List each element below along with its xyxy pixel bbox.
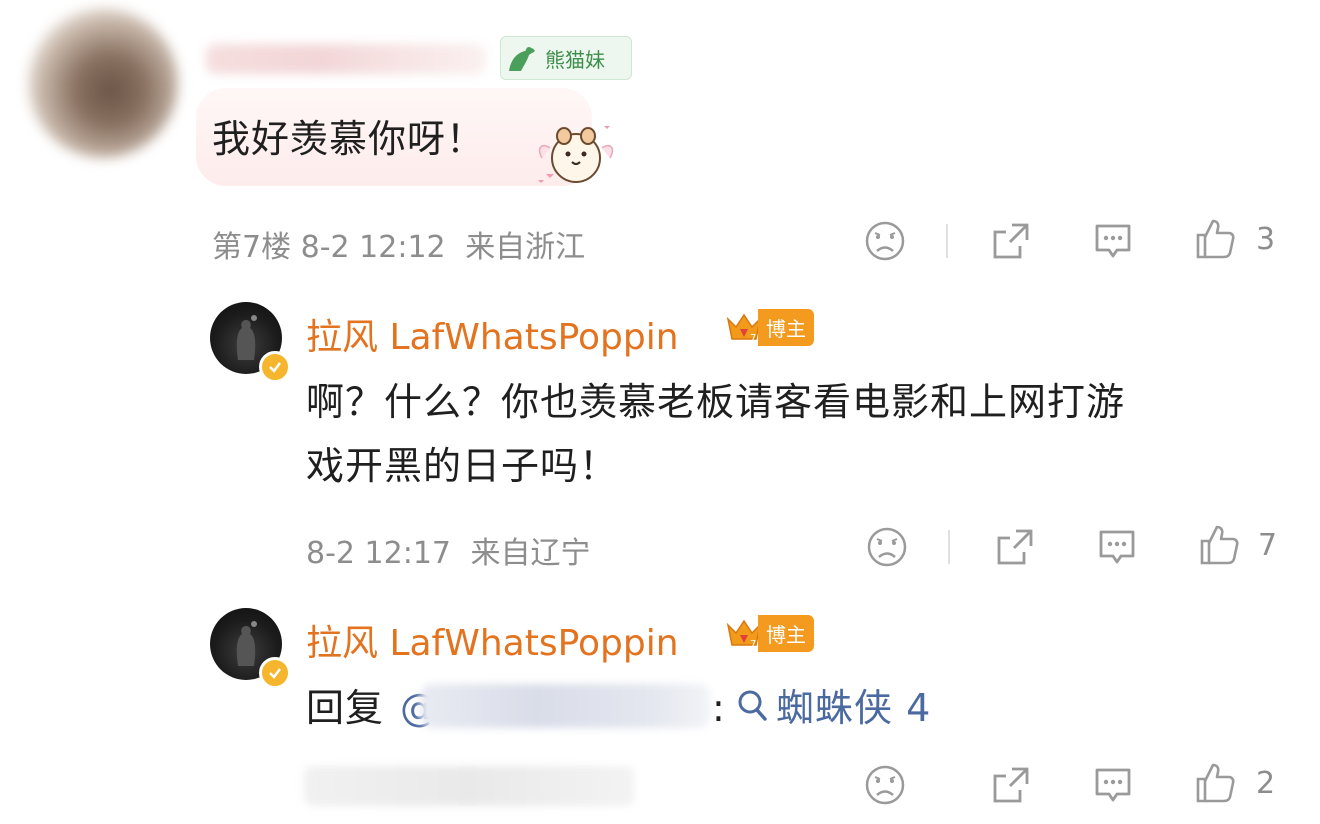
dislike-icon[interactable]	[864, 524, 910, 570]
dislike-icon[interactable]	[862, 218, 908, 264]
commenter-avatar[interactable]	[28, 8, 178, 158]
floor-label: 第7楼	[212, 230, 292, 265]
blogger-badge-label: 博主	[758, 308, 814, 346]
user-badge-label: 熊猫妹	[545, 47, 605, 72]
share-icon[interactable]	[992, 524, 1038, 570]
reply-text-line: 戏开黑的日子吗！	[306, 444, 619, 488]
blogger-badge-label: 博主	[758, 614, 814, 652]
svg-text:7: 7	[750, 639, 756, 650]
like-icon[interactable]	[1192, 216, 1238, 262]
svg-text:7: 7	[750, 333, 756, 344]
comment-location: 来自浙江	[465, 230, 586, 265]
reply-text: 回复	[306, 676, 384, 740]
reply-colon: :	[712, 686, 726, 730]
share-icon[interactable]	[988, 762, 1034, 808]
reply-meta: 8-2 12:17 来自辽宁	[306, 528, 591, 572]
commenter-name-blurred[interactable]	[206, 44, 486, 74]
reply-location: 来自辽宁	[470, 536, 591, 571]
reply-text-line: 啊？什么？你也羡慕老板请客看电影和上网打游	[306, 380, 1126, 424]
blogger-badge: 7 博主	[724, 308, 814, 346]
like-count: 7	[1258, 528, 1278, 563]
divider	[948, 530, 950, 564]
comment-icon[interactable]	[1094, 524, 1140, 570]
dislike-icon[interactable]	[862, 762, 908, 808]
panda-icon	[509, 47, 535, 71]
verified-icon	[259, 657, 291, 689]
hamster-sticker	[538, 126, 614, 183]
user-badge: 熊猫妹	[500, 36, 632, 80]
search-topic-link[interactable]: 蜘蛛侠 4	[776, 676, 931, 740]
like-icon[interactable]	[1196, 522, 1242, 568]
search-icon	[736, 688, 770, 728]
like-count: 3	[1256, 222, 1276, 257]
share-icon[interactable]	[988, 218, 1034, 264]
reply-username[interactable]: 拉风 LafWhatsPoppin	[306, 308, 679, 360]
divider	[946, 224, 948, 258]
blogger-badge: 7 博主	[724, 614, 814, 652]
comment-icon[interactable]	[1090, 218, 1136, 264]
like-icon[interactable]	[1192, 760, 1238, 806]
verified-icon	[259, 351, 291, 383]
comment-icon[interactable]	[1090, 762, 1136, 808]
like-count: 2	[1256, 766, 1276, 801]
reply-text: 啊？什么？你也羡慕老板请客看电影和上网打游 戏开黑的日子吗！	[306, 370, 1125, 498]
mention-username-blurred[interactable]	[420, 684, 710, 728]
reply-date: 8-2 12:17	[306, 536, 451, 571]
comment-meta: 第7楼 8-2 12:12 来自浙江	[212, 222, 585, 266]
reply-meta-blurred	[304, 766, 634, 806]
reply-username[interactable]: 拉风 LafWhatsPoppin	[306, 614, 679, 666]
reply-prefix: 回复	[306, 686, 385, 730]
comment-text: 我好羡慕你呀！	[212, 117, 486, 161]
comment-date: 8-2 12:12	[300, 230, 446, 265]
